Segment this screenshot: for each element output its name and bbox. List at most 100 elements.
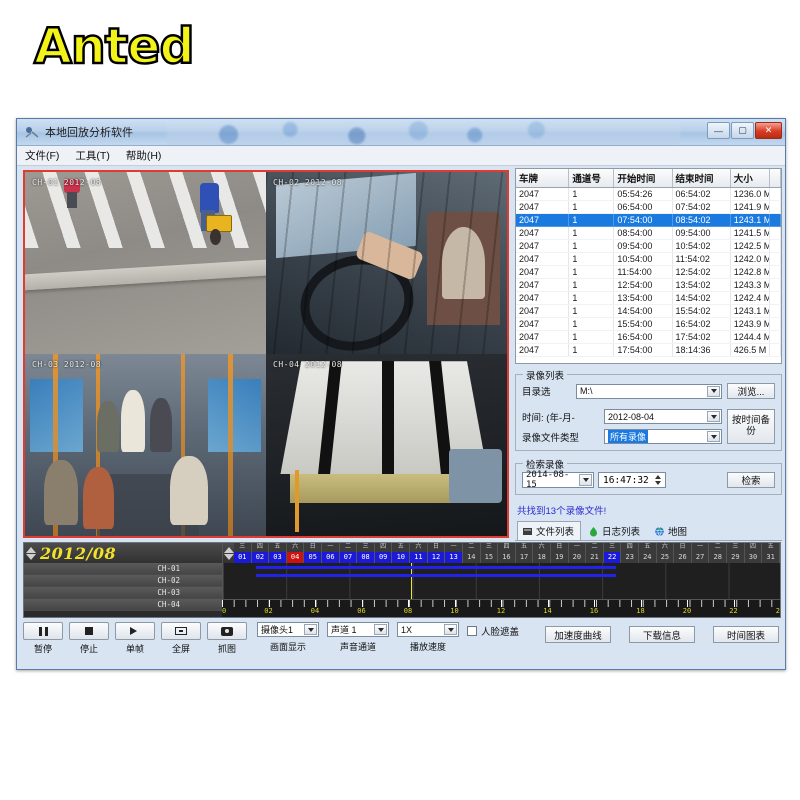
recording-bar[interactable] [256, 574, 616, 577]
month-selector[interactable]: 2012/08 [24, 543, 222, 563]
pause-button[interactable]: 暂停 [23, 622, 63, 655]
video-cell-ch3[interactable]: CH-03 2012-08 [25, 354, 266, 536]
day-cell[interactable]: 11 [410, 552, 428, 563]
file-type-select[interactable]: 所有录像 [604, 429, 722, 444]
directory-select[interactable]: M:\ [576, 383, 722, 399]
day-cell[interactable]: 26 [674, 552, 692, 563]
table-row[interactable]: 2047 1 14:54:00 15:54:02 1243.1 M [516, 304, 781, 318]
browse-button[interactable]: 浏览... [727, 383, 775, 399]
chevron-down-icon[interactable] [374, 624, 387, 635]
col-start-time[interactable]: 开始时间 [613, 169, 673, 188]
col-channel[interactable]: 通道号 [568, 169, 615, 188]
table-row[interactable]: 2047 1 13:54:00 14:54:02 1242.4 M [516, 291, 781, 305]
download-info-button[interactable]: 下载信息 [629, 626, 695, 643]
search-date-select[interactable]: 2014-08-15 [522, 470, 594, 490]
day-cell[interactable]: 21 [586, 552, 604, 563]
day-cell[interactable]: 14 [462, 552, 481, 563]
month-spinner-icon[interactable] [26, 546, 36, 560]
day-cell[interactable]: 28 [709, 552, 728, 563]
day-cell[interactable]: 05 [304, 552, 323, 563]
audio-channel-select[interactable]: 声道 1 [327, 622, 389, 637]
snapshot-button[interactable]: 抓图 [207, 622, 247, 655]
day-cell[interactable]: 22 [603, 552, 622, 563]
day-spinner-icon[interactable] [224, 546, 234, 560]
search-button[interactable]: 检索 [727, 472, 775, 488]
channel-row[interactable]: CH-03 [24, 587, 222, 599]
day-cell[interactable]: 29 [727, 552, 745, 563]
day-cell[interactable]: 08 [357, 552, 375, 563]
minimize-button[interactable]: — [707, 122, 730, 139]
day-cell[interactable]: 09 [374, 552, 393, 563]
table-row[interactable]: 2047 1 09:54:00 10:54:02 1242.5 M [516, 239, 781, 253]
video-cell-ch2[interactable]: CH-02 2012-08 [266, 172, 507, 354]
day-cell[interactable]: 07 [339, 552, 358, 563]
table-row[interactable]: 2047 1 10:54:00 11:54:02 1242.0 M [516, 252, 781, 266]
table-row[interactable]: 2047 1 17:54:00 18:14:36 426.5 M [516, 343, 781, 357]
close-button[interactable]: ✕ [755, 122, 782, 139]
day-cell[interactable]: 23 [621, 552, 640, 563]
table-row[interactable]: 2047 1 11:54:00 12:54:02 1242.8 M [516, 265, 781, 279]
day-row[interactable]: 01 02 03 04 05 06 07 08 09 10 11 12 13 14 15 16 17 18 19 20… [234, 552, 780, 563]
col-end-time[interactable]: 结束时间 [672, 169, 731, 188]
recording-bar[interactable] [256, 566, 616, 569]
acceleration-curve-button[interactable]: 加速度曲线 [545, 626, 611, 643]
table-row[interactable]: 2047 1 06:54:00 07:54:02 1241.9 M [516, 200, 781, 214]
day-cell[interactable]: 31 [762, 552, 780, 563]
single-frame-button[interactable]: 单帧 [115, 622, 155, 655]
maximize-button[interactable]: ▢ [731, 122, 754, 139]
tab-log-list[interactable]: 日志列表 [583, 521, 647, 540]
timeline-panel[interactable]: 2012/08 CH-01 CH-02 CH-03 CH-04 三四五六日一二三四五六… [23, 542, 781, 618]
file-list-table-container[interactable]: 车牌 通道号 开始时间 结束时间 大小 2047 1 05:54:26 06:54:0… [515, 168, 782, 364]
day-cell[interactable]: 18 [533, 552, 551, 563]
day-cell[interactable]: 30 [744, 552, 763, 563]
day-cell[interactable]: 10 [392, 552, 411, 563]
chevron-down-icon[interactable] [707, 411, 720, 422]
chevron-down-icon[interactable] [304, 624, 317, 635]
day-cell[interactable]: 01 [234, 552, 252, 563]
col-size[interactable]: 大小 [730, 169, 771, 188]
day-cell[interactable]: 19 [550, 552, 569, 563]
col-extra[interactable] [769, 169, 781, 188]
time-select[interactable]: 2012-08-04 [604, 409, 722, 424]
spinner-arrows-icon[interactable] [653, 475, 663, 485]
col-plate[interactable]: 车牌 [516, 169, 570, 188]
day-cell[interactable]: 16 [498, 552, 516, 563]
day-cell[interactable]: 12 [427, 552, 446, 563]
channel-row[interactable]: CH-04 [24, 599, 222, 611]
search-time-spinner[interactable]: 16:47:32 [598, 472, 666, 488]
camera-select[interactable]: 摄像头1 [257, 622, 319, 637]
table-row[interactable]: 2047 1 12:54:00 13:54:02 1243.3 M [516, 278, 781, 292]
table-row[interactable]: 2047 1 16:54:00 17:54:02 1244.4 M [516, 330, 781, 344]
fullscreen-button[interactable]: 全屏 [161, 622, 201, 655]
day-cell[interactable]: 06 [322, 552, 340, 563]
chevron-down-icon[interactable] [707, 431, 720, 442]
stop-button[interactable]: 停止 [69, 622, 109, 655]
video-cell-ch4[interactable]: CH-04 2012-08 [266, 354, 507, 536]
day-cell[interactable]: 17 [515, 552, 534, 563]
face-mask-checkbox-group[interactable]: 人脸遮盖 [467, 624, 519, 638]
tab-file-list[interactable]: 文件列表 [517, 521, 582, 540]
day-cell[interactable]: 04 [286, 552, 305, 563]
tab-map[interactable]: 地图 [649, 521, 694, 540]
table-row[interactable]: 2047 1 08:54:00 09:54:00 1241.5 M [516, 226, 781, 240]
face-mask-checkbox[interactable] [467, 626, 477, 636]
table-row[interactable]: 2047 1 05:54:26 06:54:02 1236.0 M [516, 187, 781, 201]
day-cell[interactable]: 20 [568, 552, 587, 563]
chevron-down-icon[interactable] [444, 624, 457, 635]
menu-file[interactable]: 文件(F) [25, 148, 59, 163]
table-row[interactable]: 2047 1 15:54:00 16:54:02 1243.9 M [516, 317, 781, 331]
menu-help[interactable]: 帮助(H) [126, 148, 162, 163]
channel-row[interactable]: CH-01 [24, 563, 222, 575]
day-cell[interactable]: 03 [269, 552, 287, 563]
menu-tools[interactable]: 工具(T) [75, 148, 109, 163]
day-cell[interactable]: 02 [251, 552, 270, 563]
chevron-down-icon[interactable] [707, 385, 720, 397]
day-cell[interactable]: 13 [445, 552, 463, 563]
day-cell[interactable]: 27 [691, 552, 710, 563]
table-row[interactable]: 2047 1 07:54:00 08:54:02 1243.1 M [516, 213, 781, 227]
video-panel[interactable]: CH-01 2012-08 CH-02 2012-08 CH-03 2012-0… [23, 170, 509, 538]
day-cell[interactable]: 24 [639, 552, 657, 563]
day-cell[interactable]: 25 [656, 552, 675, 563]
day-cell[interactable]: 15 [480, 552, 499, 563]
time-chart-button[interactable]: 时间图表 [713, 626, 779, 643]
